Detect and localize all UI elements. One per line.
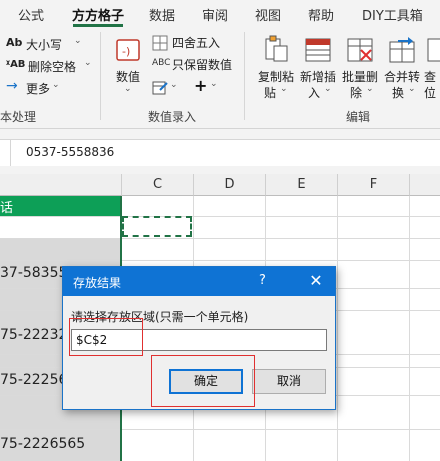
- number-group-label: 数值录入: [148, 110, 197, 124]
- format-dropdown[interactable]: ⌄: [152, 80, 182, 98]
- column-header-e[interactable]: E: [266, 174, 338, 196]
- highlight-box-ok: [151, 355, 255, 407]
- batch-delete-button[interactable]: 批量删 除 ⌄: [340, 34, 380, 100]
- keep-numeric-label: 只保留数值: [172, 58, 233, 72]
- cancel-button[interactable]: 取消: [252, 369, 326, 394]
- edit-grid-icon: [152, 81, 168, 95]
- chevron-down-icon: ⌄: [170, 80, 178, 90]
- tab-formulas[interactable]: 公式: [18, 5, 44, 24]
- cell-b4-text: 37-58355: [0, 265, 68, 281]
- column-header-c[interactable]: C: [122, 174, 194, 196]
- batch-delete-label-1: 批量删: [342, 70, 379, 84]
- value-button[interactable]: -) 数值 ⌄: [110, 34, 146, 100]
- value-label: 数值: [116, 70, 141, 84]
- batch-delete-label-2: 除: [350, 86, 363, 100]
- chevron-down-icon: ⌄: [74, 36, 82, 46]
- ribbon-tab-bar: 公式 方方格子 数据 审阅 视图 帮助 DIY工具箱: [0, 0, 440, 28]
- insert-rows-icon: [305, 38, 331, 62]
- more-button[interactable]: → 更多 ⌄: [6, 78, 66, 98]
- case-button[interactable]: Ab 大小写 ⌄: [6, 36, 94, 54]
- header-cell-b1-text: 话: [0, 201, 14, 216]
- add-dropdown[interactable]: + ⌄: [194, 76, 224, 96]
- find-icon: [427, 38, 440, 62]
- copy-paste-label-1: 复制粘: [258, 70, 295, 84]
- chevron-down-icon: ⌄: [124, 84, 132, 94]
- cell-b10-text: 75-2226565: [0, 436, 86, 452]
- new-insert-label-1: 新增插: [300, 70, 337, 84]
- highlight-box-input: [69, 318, 143, 356]
- cell-b6-text: 75-22232: [0, 327, 68, 343]
- tab-fangfang[interactable]: 方方格子: [72, 5, 124, 24]
- plus-icon: +: [194, 76, 208, 95]
- selection-marquee-c2: [122, 216, 192, 237]
- clipboard-icon: [265, 35, 288, 62]
- round-icon: [152, 35, 168, 51]
- chevron-down-icon: ⌄: [52, 80, 60, 90]
- round-button[interactable]: 四舍五入: [152, 34, 236, 52]
- delete-space-button[interactable]: ᵡAB 删除空格 ⌄: [6, 58, 94, 76]
- chevron-down-icon: ⌄: [366, 84, 374, 94]
- column-header-b[interactable]: [0, 174, 122, 196]
- grid-gap: [0, 166, 440, 174]
- tab-data[interactable]: 数据: [149, 5, 175, 24]
- abc-icon: ABC: [152, 58, 171, 68]
- find-button[interactable]: 查 位: [424, 34, 440, 100]
- merge-convert-label-1: 合并转: [384, 70, 421, 84]
- case-label: 大小写: [26, 38, 63, 52]
- new-insert-label-2: 入: [308, 86, 321, 100]
- tab-help[interactable]: 帮助: [308, 5, 334, 24]
- keep-numeric-button[interactable]: ABC 只保留数值: [152, 56, 238, 74]
- ribbon-gap: [0, 129, 440, 139]
- delete-space-label: 删除空格: [28, 60, 77, 74]
- cell-b10[interactable]: 75-2226565: [0, 430, 122, 461]
- tab-diy-toolbox[interactable]: DIY工具箱: [362, 5, 423, 24]
- tab-view[interactable]: 视图: [255, 5, 281, 24]
- close-icon[interactable]: ✕: [303, 270, 329, 292]
- arrow-right-icon: →: [6, 78, 18, 94]
- name-box-edge: [0, 140, 11, 166]
- chevron-down-icon: ⌄: [280, 84, 288, 94]
- cell-b2[interactable]: [0, 217, 122, 239]
- formula-bar[interactable]: 0537-5558836: [0, 139, 440, 167]
- help-icon[interactable]: ?: [259, 273, 266, 288]
- chevron-down-icon: ⌄: [210, 79, 218, 89]
- tab-review[interactable]: 审阅: [202, 5, 228, 24]
- ribbon-separator: [100, 32, 101, 120]
- svg-text:-): -): [122, 45, 130, 58]
- copy-paste-label-2: 贴: [264, 86, 277, 100]
- column-header-f[interactable]: F: [338, 174, 410, 196]
- chevron-down-icon: ⌄: [408, 84, 416, 94]
- dialog-title-bar[interactable]: 存放结果 ? ✕: [63, 267, 335, 296]
- text-group-label: 本处理: [0, 110, 37, 124]
- copy-paste-button[interactable]: 复制粘 贴 ⌄: [254, 34, 298, 100]
- batch-delete-icon: [347, 38, 373, 62]
- delete-space-icon: ᵡAB: [6, 59, 26, 70]
- merge-convert-label-2: 换: [392, 86, 405, 100]
- find-label-2: 位: [424, 86, 437, 100]
- new-insert-button[interactable]: 新增插 入 ⌄: [298, 34, 338, 100]
- find-label-1: 查: [424, 70, 437, 84]
- chevron-down-icon: ⌄: [84, 58, 92, 68]
- cell-b8-text: 75-22256: [0, 372, 68, 388]
- active-tab-indicator: [73, 24, 123, 27]
- edit-group-label: 编辑: [346, 110, 371, 124]
- merge-convert-icon: [389, 37, 415, 63]
- more-label: 更多: [26, 82, 51, 96]
- header-cell-b1[interactable]: 话: [0, 196, 122, 217]
- cell-b3[interactable]: [0, 239, 122, 261]
- round-label: 四舍五入: [172, 36, 221, 50]
- chevron-down-icon: ⌄: [324, 84, 332, 94]
- ribbon: Ab 大小写 ⌄ ᵡAB 删除空格 ⌄ → 更多 ⌄ 本处理 -) 数值 ⌄ 四…: [0, 28, 440, 129]
- value-icon: -): [116, 39, 140, 61]
- dialog-title: 存放结果: [73, 276, 122, 290]
- column-header-g[interactable]: [410, 174, 440, 196]
- merge-convert-button[interactable]: 合并转 换 ⌄: [382, 34, 422, 100]
- column-header-d[interactable]: D: [194, 174, 266, 196]
- ribbon-separator: [244, 32, 245, 120]
- formula-bar-value[interactable]: 0537-5558836: [26, 145, 114, 159]
- case-icon: Ab: [6, 36, 23, 49]
